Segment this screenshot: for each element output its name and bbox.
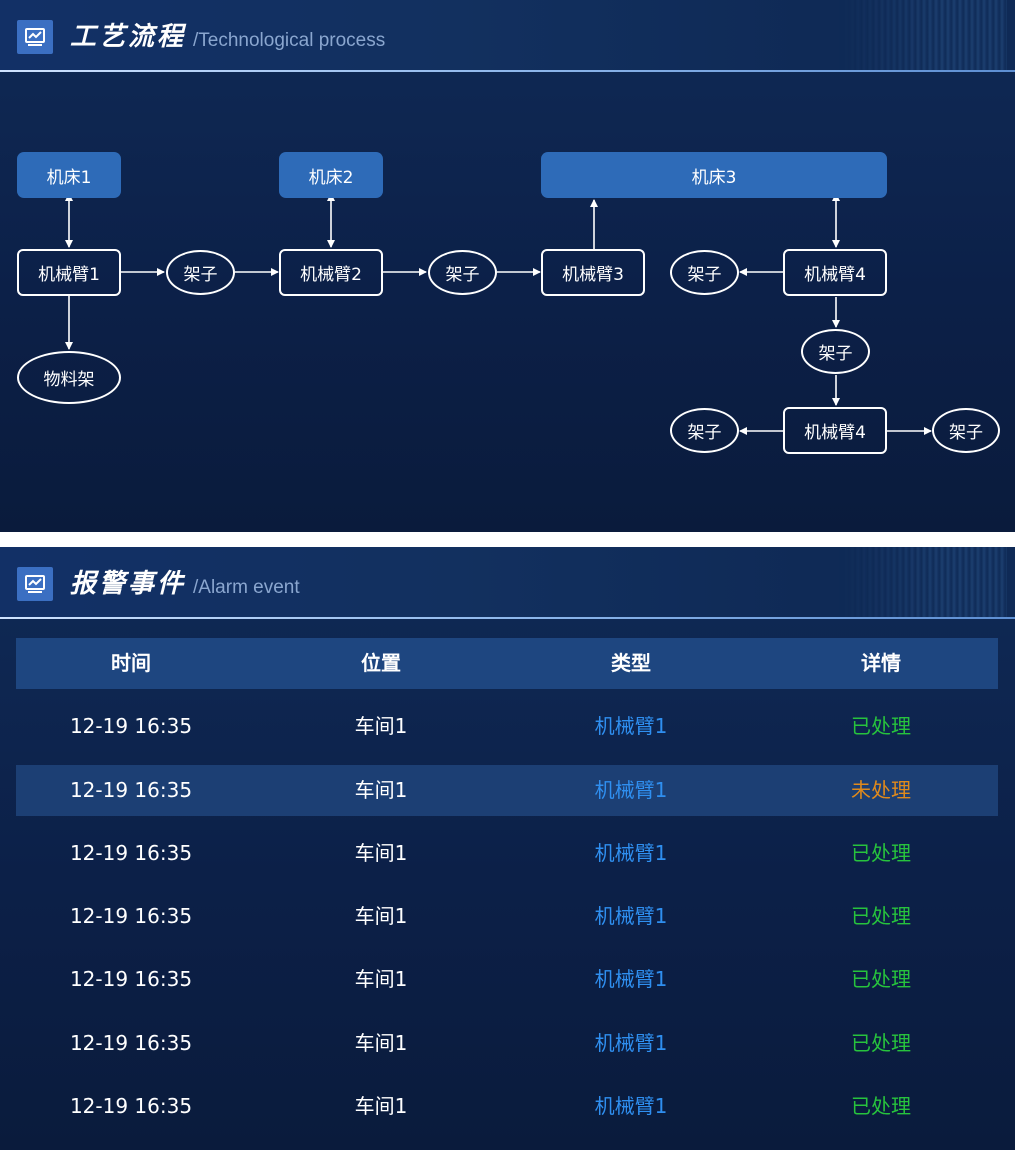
cell-time: 12-19 16:35 <box>69 1094 193 1118</box>
cell-location: 车间1 <box>354 1094 408 1118</box>
cell-type[interactable]: 机械臂1 <box>506 954 756 1005</box>
machine-node-1[interactable]: 机床1 <box>17 152 121 198</box>
cell-location: 车间1 <box>354 778 408 802</box>
rack-node-2[interactable]: 架子 <box>428 250 497 295</box>
rack-node-3[interactable]: 架子 <box>670 250 739 295</box>
material-rack-node[interactable]: 物料架 <box>17 351 121 404</box>
alarm-panel-subtitle: /Alarm event <box>193 577 300 598</box>
cell-location: 车间1 <box>354 714 408 738</box>
cell-detail-status[interactable]: 已处理 <box>756 828 1006 879</box>
alarm-panel-header: 报警事件 /Alarm event <box>0 547 1015 619</box>
rack-node-4[interactable]: 架子 <box>801 329 870 374</box>
table-row[interactable]: 12-19 16:35 车间1 机械臂1 已处理 <box>16 701 998 752</box>
column-header-detail[interactable]: 详情 <box>756 638 1006 689</box>
machine-node-2[interactable]: 机床2 <box>279 152 383 198</box>
table-row[interactable]: 12-19 16:35 车间1 机械臂1 已处理 <box>16 891 998 942</box>
robot-arm-node-2[interactable]: 机械臂2 <box>279 249 383 296</box>
cell-type[interactable]: 机械臂1 <box>506 828 756 879</box>
cell-type[interactable]: 机械臂1 <box>506 701 756 752</box>
robot-arm-node-1[interactable]: 机械臂1 <box>17 249 121 296</box>
column-header-location[interactable]: 位置 <box>256 638 506 689</box>
alarm-panel-title: 报警事件 <box>70 569 187 599</box>
alarm-table-header: 时间 位置 类型 详情 <box>16 638 998 689</box>
cell-detail-status[interactable]: 已处理 <box>756 891 1006 942</box>
rack-node-1[interactable]: 架子 <box>166 250 235 295</box>
cell-type[interactable]: 机械臂1 <box>506 765 756 816</box>
cell-location: 车间1 <box>354 841 408 865</box>
header-divider <box>0 617 1015 619</box>
machine-node-3[interactable]: 机床3 <box>541 152 887 198</box>
table-row[interactable]: 12-19 16:35 车间1 机械臂1 已处理 <box>16 954 998 1005</box>
robot-arm-node-3[interactable]: 机械臂3 <box>541 249 645 296</box>
table-row[interactable]: 12-19 16:35 车间1 机械臂1 已处理 <box>16 1081 998 1132</box>
cell-location: 车间1 <box>354 967 408 991</box>
cell-location: 车间1 <box>354 1031 408 1055</box>
cell-location: 车间1 <box>354 904 408 928</box>
table-row[interactable]: 12-19 16:35 车间1 机械臂1 已处理 <box>16 828 998 879</box>
cell-time: 12-19 16:35 <box>69 967 193 991</box>
header-decoration <box>837 547 1007 617</box>
cell-time: 12-19 16:35 <box>69 778 193 802</box>
cell-detail-status[interactable]: 已处理 <box>756 701 1006 752</box>
alarm-panel: 报警事件 /Alarm event 时间 位置 类型 详情 12-19 16:3… <box>0 547 1015 1150</box>
cell-type[interactable]: 机械臂1 <box>506 891 756 942</box>
rack-node-6[interactable]: 架子 <box>932 408 1000 453</box>
cell-detail-status[interactable]: 已处理 <box>756 1081 1006 1132</box>
table-row[interactable]: 12-19 16:35 车间1 机械臂1 未处理 <box>16 765 998 816</box>
column-header-time[interactable]: 时间 <box>16 638 246 689</box>
cell-time: 12-19 16:35 <box>69 1031 193 1055</box>
robot-arm-node-4a[interactable]: 机械臂4 <box>783 249 887 296</box>
cell-detail-status[interactable]: 已处理 <box>756 954 1006 1005</box>
cell-time: 12-19 16:35 <box>69 841 193 865</box>
process-panel: 工艺流程 /Technological process 机床1 机床2 机床3 … <box>0 0 1015 532</box>
cell-time: 12-19 16:35 <box>69 904 193 928</box>
cell-type[interactable]: 机械臂1 <box>506 1081 756 1132</box>
monitor-chart-icon <box>17 567 53 601</box>
robot-arm-node-4b[interactable]: 机械臂4 <box>783 407 887 454</box>
column-header-type[interactable]: 类型 <box>506 638 756 689</box>
cell-detail-status[interactable]: 未处理 <box>756 765 1006 816</box>
cell-type[interactable]: 机械臂1 <box>506 1018 756 1069</box>
rack-node-5[interactable]: 架子 <box>670 408 739 453</box>
cell-time: 12-19 16:35 <box>69 714 193 738</box>
cell-detail-status[interactable]: 已处理 <box>756 1018 1006 1069</box>
table-row[interactable]: 12-19 16:35 车间1 机械臂1 已处理 <box>16 1018 998 1069</box>
